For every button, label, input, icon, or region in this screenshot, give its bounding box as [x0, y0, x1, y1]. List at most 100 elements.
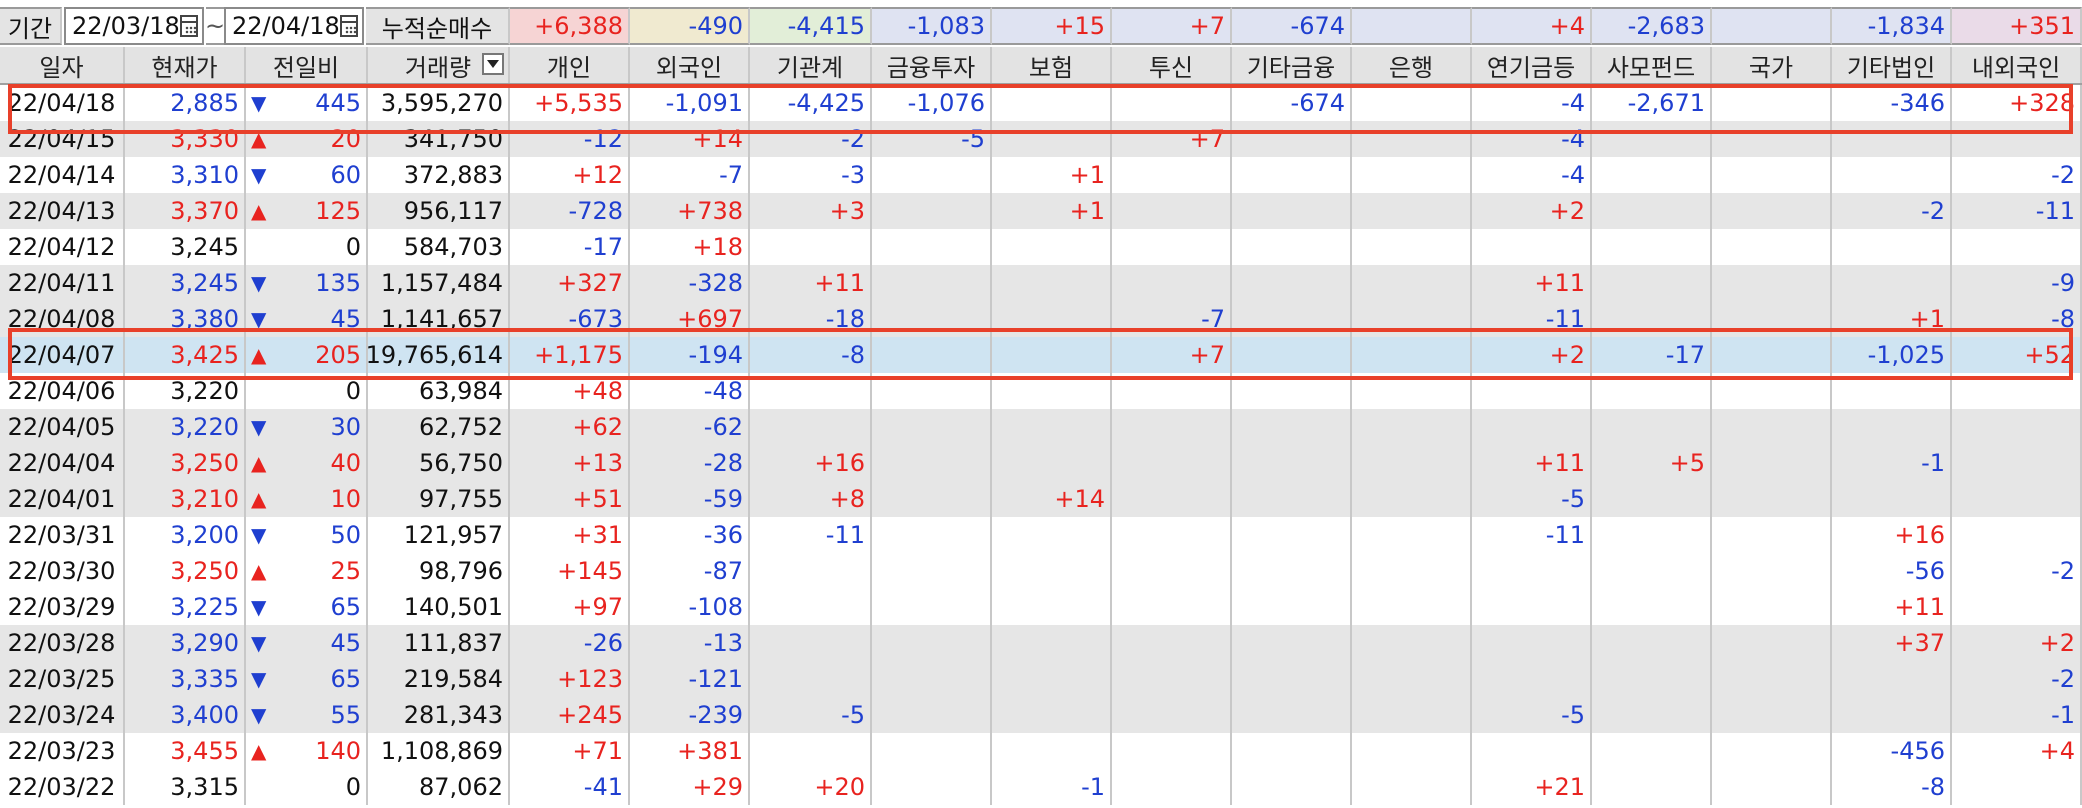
column-header-row: 일자 현재가 전일비 거래량 개인 외국인 기관계 금융투자 보험 투신 기타금융 은행 연기금등 사모펀… — [0, 47, 2082, 85]
column-header[interactable]: 거래량 — [368, 47, 510, 83]
change-value: 60 — [330, 161, 361, 189]
net-buy-cell: -194 — [630, 337, 750, 373]
net-buy-cell: -56 — [1832, 553, 1952, 589]
date-cell: 22/03/23 — [0, 733, 125, 769]
net-buy-cell — [1472, 733, 1592, 769]
change-cell: ▼ 445 — [246, 85, 368, 121]
calendar-icon[interactable] — [179, 15, 198, 37]
table-row[interactable]: 22/04/07 3,425 ▲ 205 19,765,614 +1,175 -194 -8 +… — [0, 337, 2082, 373]
dropdown-arrow-icon[interactable] — [482, 53, 504, 75]
net-buy-cell: +145 — [510, 553, 630, 589]
column-header[interactable]: 금융투자 — [872, 47, 992, 83]
table-row[interactable]: 22/04/12 3,245 0 584,703 -17 +18 — [0, 229, 2082, 265]
net-buy-cell — [1592, 697, 1712, 733]
volume-cell: 219,584 — [368, 661, 510, 697]
net-buy-cell — [872, 409, 992, 445]
net-buy-cell — [1712, 733, 1832, 769]
net-buy-cell: +71 — [510, 733, 630, 769]
column-header[interactable]: 현재가 — [125, 47, 246, 83]
column-header[interactable]: 투신 — [1112, 47, 1232, 83]
table-row[interactable]: 22/04/13 3,370 ▲ 125 956,117 -728 +738 +3 +1 +2 -2… — [0, 193, 2082, 229]
net-buy-cell — [1712, 301, 1832, 337]
calendar-icon[interactable] — [339, 15, 358, 37]
net-buy-cell: +37 — [1832, 625, 1952, 661]
net-buy-cell — [1352, 553, 1472, 589]
change-cell: ▼ 135 — [246, 265, 368, 301]
column-header[interactable]: 기타법인 — [1832, 47, 1952, 83]
table-row[interactable]: 22/03/30 3,250 ▲ 25 98,796 +145 -87 -56 -2 — [0, 553, 2082, 589]
column-header[interactable]: 기타금융 — [1232, 47, 1352, 83]
column-header[interactable]: 전일비 — [246, 47, 368, 83]
table-row[interactable]: 22/03/24 3,400 ▼ 55 281,343 +245 -239 -5 -5 -1 — [0, 697, 2082, 733]
net-buy-cell — [750, 373, 872, 409]
net-buy-cell: -7 — [1112, 301, 1232, 337]
net-buy-cell — [992, 445, 1112, 481]
net-buy-cell — [1232, 517, 1352, 553]
net-buy-cell: +4 — [1952, 733, 2082, 769]
net-buy-cell: -328 — [630, 265, 750, 301]
table-row[interactable]: 22/04/08 3,380 ▼ 45 1,141,657 -673 +697 -18 -7 -1… — [0, 301, 2082, 337]
price-cell: 3,455 — [125, 733, 246, 769]
table-row[interactable]: 22/03/23 3,455 ▲ 140 1,108,869 +71 +381 -456 +4 — [0, 733, 2082, 769]
change-value: 55 — [330, 701, 361, 729]
net-buy-cell — [1832, 409, 1952, 445]
volume-cell: 281,343 — [368, 697, 510, 733]
column-header[interactable]: 개인 — [510, 47, 630, 83]
table-row[interactable]: 22/03/28 3,290 ▼ 45 111,837 -26 -13 +37 +2 — [0, 625, 2082, 661]
net-buy-cell — [992, 697, 1112, 733]
net-buy-cell: +2 — [1472, 337, 1592, 373]
net-buy-cell: +381 — [630, 733, 750, 769]
change-cell: ▼ 65 — [246, 589, 368, 625]
column-header[interactable]: 내외국인 — [1952, 47, 2082, 83]
table-row[interactable]: 22/03/31 3,200 ▼ 50 121,957 +31 -36 -11 -11 +16 — [0, 517, 2082, 553]
net-buy-cell: -108 — [630, 589, 750, 625]
table-row[interactable]: 22/04/04 3,250 ▲ 40 56,750 +13 -28 +16 +11 +5 -1 — [0, 445, 2082, 481]
column-header[interactable]: 외국인 — [630, 47, 750, 83]
net-buy-cell: +52 — [1952, 337, 2082, 373]
column-header-label: 투신 — [1148, 53, 1194, 82]
down-triangle-icon: ▼ — [251, 667, 267, 691]
table-row[interactable]: 22/04/11 3,245 ▼ 135 1,157,484 +327 -328 +11 +11… — [0, 265, 2082, 301]
net-buy-cell — [872, 625, 992, 661]
start-date-field[interactable]: 22/03/18 — [64, 7, 204, 45]
table-row[interactable]: 22/04/06 3,220 0 63,984 +48 -48 — [0, 373, 2082, 409]
net-buy-cell — [1592, 301, 1712, 337]
column-header[interactable]: 은행 — [1352, 47, 1472, 83]
net-buy-cell — [1232, 481, 1352, 517]
net-buy-cell — [1832, 157, 1952, 193]
change-value: 40 — [330, 449, 361, 477]
table-row[interactable]: 22/04/15 3,330 ▲ 20 341,750 -12 +14 -2 -5 +7 -4 — [0, 121, 2082, 157]
column-header[interactable]: 국가 — [1712, 47, 1832, 83]
table-row[interactable]: 22/03/22 3,315 0 87,062 -41 +29 +20 -1 +21 -8 — [0, 769, 2082, 805]
summary-total-cell: -490 — [630, 7, 750, 45]
table-row[interactable]: 22/04/05 3,220 ▼ 30 62,752 +62 -62 — [0, 409, 2082, 445]
table-row[interactable]: 22/04/01 3,210 ▲ 10 97,755 +51 -59 +8 +14 -5 — [0, 481, 2082, 517]
net-buy-cell: -2 — [1952, 157, 2082, 193]
column-header[interactable]: 보험 — [992, 47, 1112, 83]
volume-cell: 56,750 — [368, 445, 510, 481]
table-row[interactable]: 22/03/25 3,335 ▼ 65 219,584 +123 -121 -2 — [0, 661, 2082, 697]
end-date-field[interactable]: 22/04/18 — [224, 7, 364, 45]
column-header[interactable]: 사모펀드 — [1592, 47, 1712, 83]
net-buy-cell — [1232, 121, 1352, 157]
net-buy-cell — [1232, 697, 1352, 733]
table-row[interactable]: 22/04/14 3,310 ▼ 60 372,883 +12 -7 -3 +1 -4 -2 — [0, 157, 2082, 193]
net-buy-cell — [1952, 409, 2082, 445]
change-value: 0 — [345, 773, 361, 801]
column-header[interactable]: 기관계 — [750, 47, 872, 83]
net-buy-cell — [992, 301, 1112, 337]
change-value: 445 — [315, 89, 361, 117]
column-header[interactable]: 연기금등 — [1472, 47, 1592, 83]
net-buy-cell — [992, 121, 1112, 157]
table-row[interactable]: 22/03/29 3,225 ▼ 65 140,501 +97 -108 +11 — [0, 589, 2082, 625]
net-buy-cell — [992, 733, 1112, 769]
net-buy-cell — [872, 733, 992, 769]
column-header[interactable]: 일자 — [0, 47, 125, 83]
net-buy-cell — [1232, 193, 1352, 229]
net-buy-cell — [1112, 193, 1232, 229]
price-cell: 3,380 — [125, 301, 246, 337]
table-row[interactable]: 22/04/18 2,885 ▼ 445 3,595,270 +5,535 -1,091 -4… — [0, 85, 2082, 121]
summary-total-cell: -1,083 — [872, 7, 992, 45]
net-buy-cell: +1 — [992, 157, 1112, 193]
date-cell: 22/04/14 — [0, 157, 125, 193]
